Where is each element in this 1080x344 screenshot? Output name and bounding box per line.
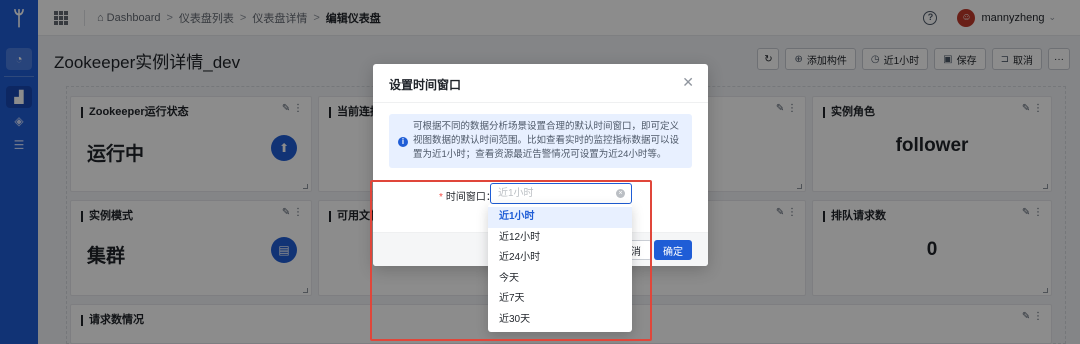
- info-alert: i 可根据不同的数据分析场景设置合理的默认时间窗口，即可定义视图数据的默认时间范…: [389, 114, 692, 168]
- ok-button[interactable]: 确定: [654, 240, 692, 260]
- info-text: 可根据不同的数据分析场景设置合理的默认时间窗口，即可定义视图数据的默认时间范围。…: [413, 121, 680, 160]
- close-icon[interactable]: ✕: [682, 74, 694, 91]
- dialog-header-divider: [373, 102, 708, 103]
- dialog-title: 设置时间窗口: [389, 78, 462, 92]
- annotation-highlight: [370, 180, 652, 341]
- info-icon: i: [398, 137, 408, 147]
